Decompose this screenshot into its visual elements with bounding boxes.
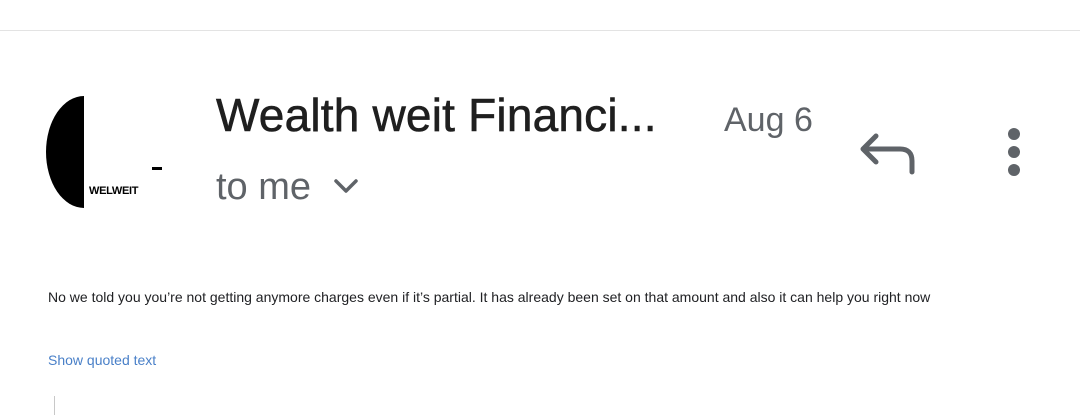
top-divider — [0, 30, 1080, 31]
reply-button[interactable] — [856, 124, 922, 180]
recipient-label: to me — [216, 165, 312, 208]
sender-avatar[interactable]: WELWEIT — [46, 96, 168, 208]
show-quoted-text-link[interactable]: Show quoted text — [48, 352, 156, 368]
svg-text:WELWEIT: WELWEIT — [89, 185, 139, 197]
sender-name: Wealth weit Financi... — [216, 89, 657, 142]
welweit-logo: WELWEIT — [46, 96, 162, 208]
message-body: No we told you you’re not getting anymor… — [48, 289, 931, 305]
more-vert-icon — [1008, 128, 1020, 176]
recipient-details-toggle[interactable]: to me — [216, 164, 359, 210]
more-options-button[interactable] — [996, 124, 1032, 180]
reply-icon — [860, 133, 915, 175]
quoted-text-divider — [54, 396, 55, 415]
message-date: Aug 6 — [724, 101, 813, 139]
chevron-down-icon — [334, 179, 358, 193]
